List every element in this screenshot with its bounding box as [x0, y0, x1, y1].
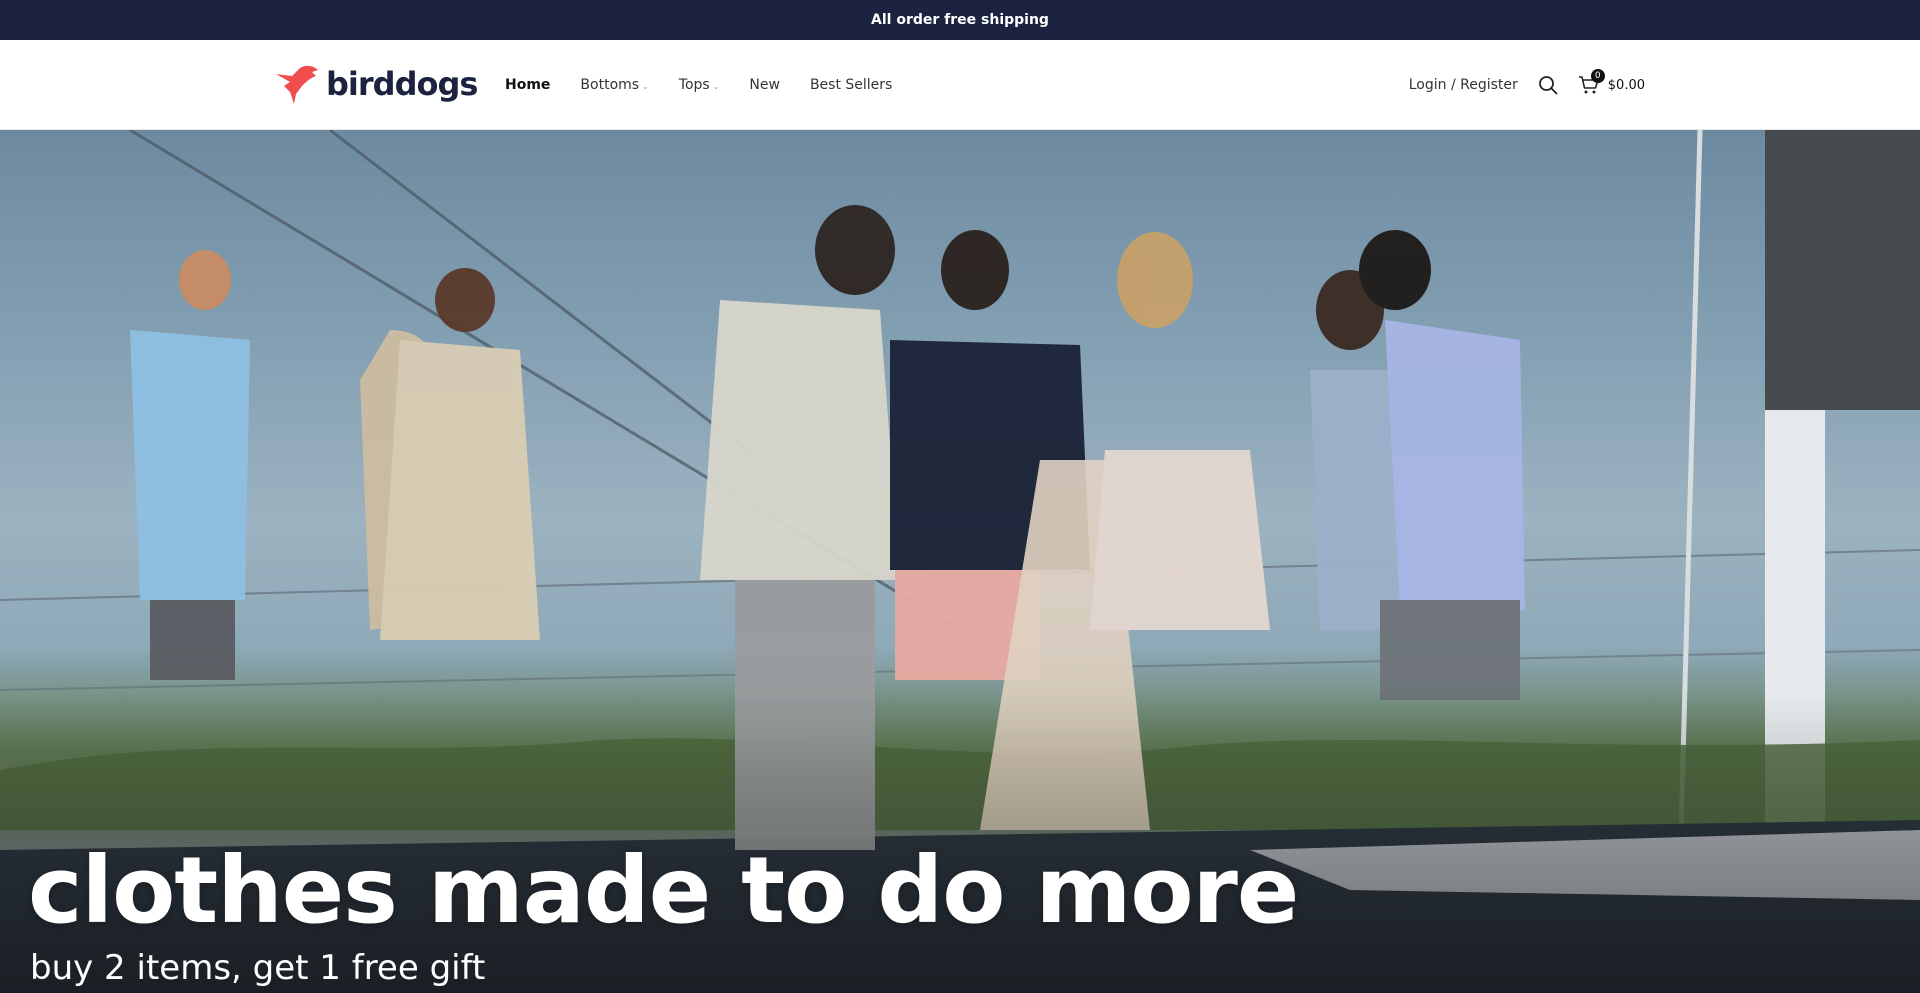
search-icon	[1538, 76, 1558, 95]
nav-item-label: Home	[505, 77, 551, 93]
announcement-text: All order free shipping	[871, 12, 1049, 28]
chevron-down-icon: ⌄	[712, 81, 720, 91]
nav-item-label: Best Sellers	[809, 77, 893, 93]
brand-name: birddogs	[326, 65, 478, 103]
nav-item-new[interactable]: New	[749, 77, 780, 93]
search-button[interactable]	[1538, 75, 1558, 95]
nav-item-label: New	[749, 77, 780, 93]
nav-item-bottoms[interactable]: Bottoms ⌄	[580, 77, 648, 93]
header-tools: Login / Register 0 $0.00	[1409, 40, 1645, 130]
nav-item-label: Tops	[678, 77, 710, 93]
bird-icon	[276, 65, 318, 104]
announcement-bar: All order free shipping	[0, 0, 1920, 40]
nav-item-best-sellers[interactable]: Best Sellers	[810, 77, 892, 93]
nav-item-tops[interactable]: Tops ⌄	[679, 77, 720, 93]
hero-title: clothes made to do more	[28, 837, 1299, 944]
brand-logo[interactable]: birddogs	[274, 62, 478, 106]
main-nav: Home Bottoms ⌄ Tops ⌄ New Best Sellers	[505, 40, 892, 130]
chevron-down-icon: ⌄	[642, 81, 649, 91]
cart-button[interactable]: 0 $0.00	[1578, 69, 1645, 95]
nav-item-label: Bottoms	[580, 77, 640, 93]
nav-item-home[interactable]: Home	[505, 77, 550, 93]
hero-banner[interactable]: clothes made to do more buy 2 items, get…	[0, 130, 1920, 993]
cart-total: $0.00	[1607, 77, 1645, 93]
login-register-link[interactable]: Login / Register	[1409, 77, 1518, 93]
cart-count-badge: 0	[1590, 69, 1605, 83]
hero-subtitle: buy 2 items, get 1 free gift	[30, 948, 486, 988]
site-header: birddogs Home Bottoms ⌄ Tops ⌄ New Best …	[0, 40, 1920, 130]
